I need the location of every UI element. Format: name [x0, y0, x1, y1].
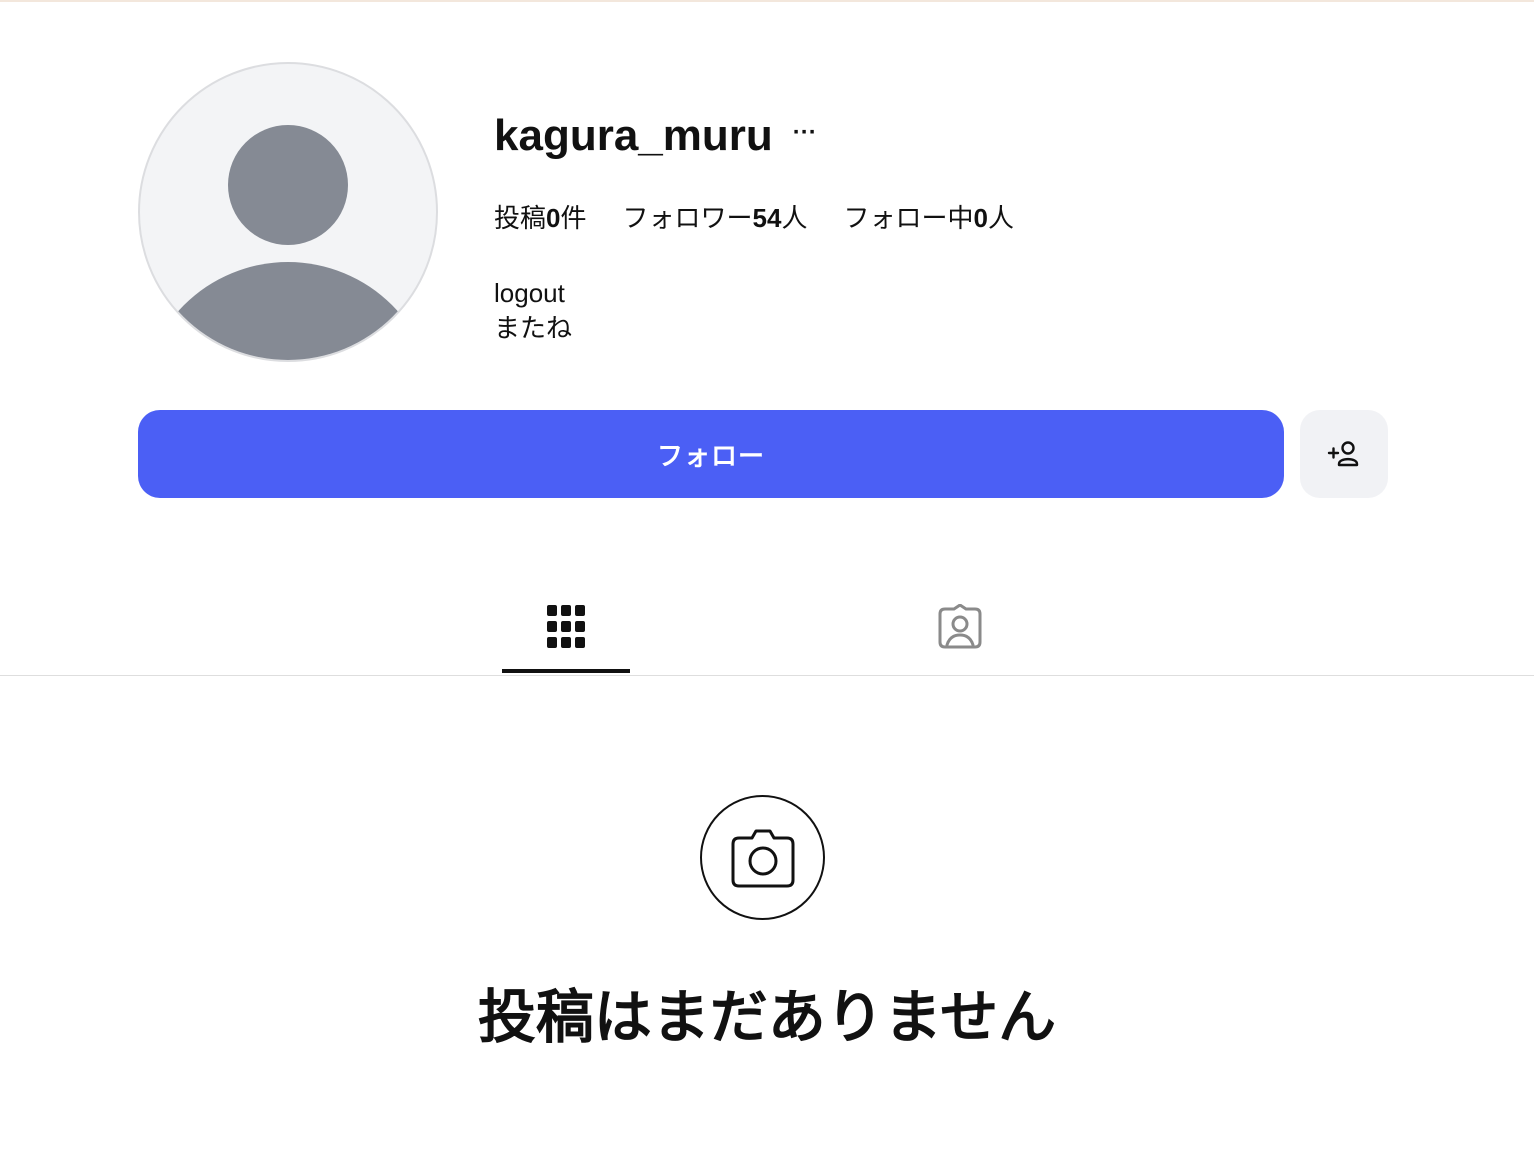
empty-state-title: 投稿はまだありません	[477, 983, 1057, 1051]
tab-posts-grid[interactable]	[502, 580, 630, 674]
username: kagura_muru	[494, 111, 773, 160]
following-count: 0	[973, 202, 988, 233]
empty-state-camera	[700, 795, 825, 920]
add-user-icon	[1327, 441, 1359, 467]
posts-count: 0	[546, 202, 561, 233]
profile-stats: 投稿 0 件 フォロワー 54 人 フォロー中 0 人	[494, 196, 1050, 236]
bio-line-1: logout	[494, 278, 565, 308]
posts-unit: 件	[560, 202, 587, 233]
grid-icon	[547, 605, 585, 648]
more-options-button[interactable]: ···	[793, 121, 817, 151]
follow-button[interactable]: フォロー	[138, 410, 1284, 498]
add-user-button[interactable]	[1300, 410, 1388, 498]
profile-tabs	[0, 580, 1534, 676]
active-tab-indicator	[502, 669, 630, 673]
tagged-person-icon	[938, 604, 982, 649]
avatar	[138, 62, 438, 362]
top-border	[0, 0, 1534, 2]
followers-label: フォロワー	[622, 202, 753, 233]
followers-stat[interactable]: フォロワー 54 人	[623, 198, 808, 235]
followers-unit: 人	[781, 202, 808, 233]
default-avatar-icon	[149, 125, 427, 360]
username-row: kagura_muru ···	[494, 108, 817, 164]
posts-label: 投稿	[494, 202, 547, 233]
posts-stat[interactable]: 投稿 0 件	[494, 198, 587, 235]
following-label: フォロー中	[843, 202, 974, 233]
following-unit: 人	[987, 202, 1014, 233]
bio-line-2: またね	[494, 313, 573, 343]
bio: logout またね	[494, 276, 572, 346]
camera-icon	[731, 829, 794, 887]
following-stat[interactable]: フォロー中 0 人	[843, 198, 1014, 235]
followers-count: 54	[752, 202, 782, 233]
tab-tagged[interactable]	[896, 580, 1024, 674]
